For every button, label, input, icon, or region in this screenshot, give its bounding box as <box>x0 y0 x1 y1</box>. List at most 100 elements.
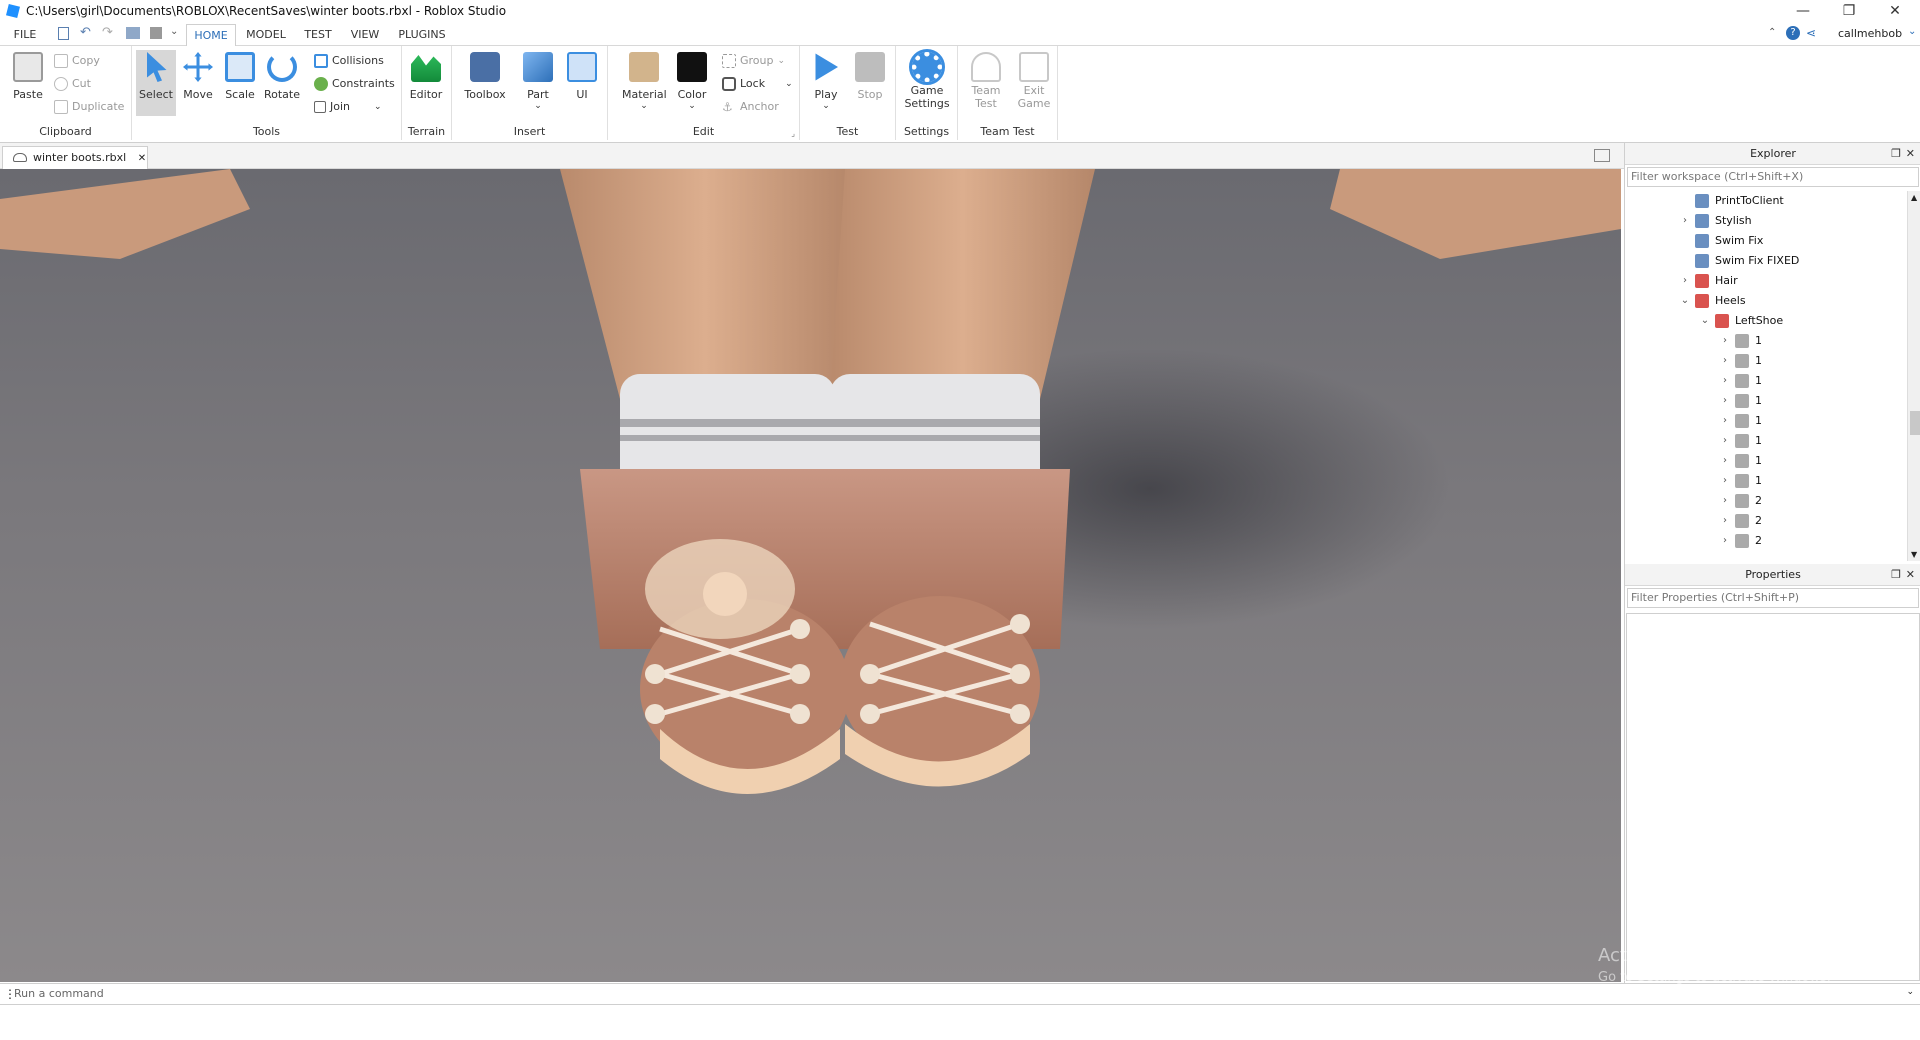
explorer-tree-item[interactable]: › 1 <box>1719 391 1762 411</box>
quick-access-dropdown-icon[interactable]: ⌄ <box>170 26 178 37</box>
split-view-icon[interactable] <box>1594 149 1610 162</box>
explorer-tree-item[interactable]: › 1 <box>1719 371 1762 391</box>
explorer-tree-item[interactable]: Swim Fix <box>1679 231 1763 251</box>
material-dropdown-icon[interactable]: ⌄ <box>622 101 666 111</box>
expand-arrow-icon[interactable]: › <box>1719 331 1731 351</box>
document-tab[interactable]: winter boots.rbxl ✕ <box>2 146 148 169</box>
undo-icon[interactable]: ↶ <box>80 25 91 40</box>
collapse-ribbon-icon[interactable]: ⌃ <box>1768 27 1776 38</box>
expand-arrow-icon[interactable]: › <box>1719 371 1731 391</box>
expand-arrow-icon[interactable]: › <box>1719 431 1731 451</box>
expand-arrow-icon[interactable]: › <box>1679 211 1691 231</box>
expand-arrow-icon[interactable]: › <box>1719 351 1731 371</box>
scroll-up-icon[interactable]: ▲ <box>1911 193 1917 202</box>
close-tab-icon[interactable]: ✕ <box>138 153 146 164</box>
explorer-tree-item[interactable]: › 2 <box>1719 511 1762 531</box>
expand-arrow-icon[interactable]: › <box>1719 511 1731 531</box>
exit-game-button[interactable]: Exit Game <box>1012 50 1056 116</box>
copy-button[interactable]: Copy <box>54 52 100 70</box>
ui-button[interactable]: UI <box>562 50 602 116</box>
command-input[interactable]: Run a command <box>14 987 104 1000</box>
explorer-filter-input[interactable]: Filter workspace (Ctrl+Shift+X) <box>1627 167 1919 187</box>
expand-arrow-icon[interactable]: › <box>1719 451 1731 471</box>
explorer-tree-item[interactable]: › 2 <box>1719 531 1762 551</box>
rotate-button[interactable]: Rotate <box>262 50 302 116</box>
explorer-tree-item[interactable]: › 1 <box>1719 471 1762 491</box>
expand-arrow-icon[interactable]: › <box>1719 531 1731 551</box>
terrain-editor-button[interactable]: Editor <box>406 50 446 116</box>
anchor-button[interactable]: ⚓ Anchor <box>722 98 779 116</box>
tab-test[interactable]: TEST <box>298 24 338 46</box>
expand-arrow-icon[interactable]: ⌄ <box>1699 311 1711 331</box>
explorer-tree-item[interactable]: › 2 <box>1719 491 1762 511</box>
duplicate-button[interactable]: Duplicate <box>54 98 124 116</box>
user-dropdown-icon[interactable]: ⌄ <box>1908 26 1916 37</box>
explorer-tree-item[interactable]: › 1 <box>1719 451 1762 471</box>
join-checkbox[interactable]: Join ⌄ <box>314 98 382 116</box>
command-dropdown-icon[interactable]: ⌄ <box>1906 987 1914 997</box>
stop-button[interactable]: Stop <box>850 50 890 116</box>
cut-button[interactable]: Cut <box>54 75 91 93</box>
move-button[interactable]: Move <box>178 50 218 116</box>
lock-button[interactable]: Lock ⌄ <box>722 75 793 93</box>
properties-close-icon[interactable]: ✕ <box>1906 564 1915 586</box>
properties-undock-icon[interactable]: ❐ <box>1891 564 1901 586</box>
explorer-tree-item[interactable]: › 1 <box>1719 351 1762 371</box>
tab-home[interactable]: HOME <box>186 24 236 46</box>
help-icon[interactable]: ? <box>1786 26 1800 40</box>
play-button[interactable]: Play ⌄ <box>806 50 846 116</box>
tab-model[interactable]: MODEL <box>240 24 292 46</box>
explorer-scrollbar[interactable]: ▲ ▼ <box>1907 191 1920 561</box>
command-bar[interactable]: ⋮ Run a command ⌄ <box>0 983 1920 1005</box>
color-dropdown-icon[interactable]: ⌄ <box>672 101 712 111</box>
toolbox-button[interactable]: Toolbox <box>460 50 510 116</box>
explorer-tree-item[interactable]: ⌄ LeftShoe <box>1699 311 1783 331</box>
color-button[interactable]: Color ⌄ <box>672 50 712 116</box>
explorer-tree-item[interactable]: › 1 <box>1719 431 1762 451</box>
tab-plugins[interactable]: PLUGINS <box>392 24 452 46</box>
explorer-close-icon[interactable]: ✕ <box>1906 143 1915 165</box>
select-button[interactable]: Select <box>136 50 176 116</box>
restore-button[interactable]: ❐ <box>1826 0 1872 22</box>
join-dropdown-icon[interactable]: ⌄ <box>374 98 382 116</box>
expand-arrow-icon[interactable]: › <box>1719 471 1731 491</box>
minimize-button[interactable]: — <box>1780 0 1826 22</box>
close-window-button[interactable]: ✕ <box>1872 0 1918 22</box>
play-dropdown-icon[interactable]: ⌄ <box>806 101 846 111</box>
team-test-button[interactable]: Team Test <box>964 50 1008 116</box>
explorer-tree-item[interactable]: › 1 <box>1719 411 1762 431</box>
tab-view[interactable]: VIEW <box>344 24 386 46</box>
user-name[interactable]: callmehbob <box>1838 27 1902 40</box>
explorer-tree-item[interactable]: › Hair <box>1679 271 1738 291</box>
expand-arrow-icon[interactable]: ⌄ <box>1679 291 1691 311</box>
part-dropdown-icon[interactable]: ⌄ <box>518 101 558 111</box>
new-file-icon[interactable] <box>58 27 69 40</box>
expand-arrow-icon[interactable]: › <box>1679 271 1691 291</box>
material-button[interactable]: Material ⌄ <box>622 50 667 116</box>
redo-icon[interactable]: ↷ <box>102 25 113 40</box>
explorer-tree-item[interactable]: ⌄ Heels <box>1679 291 1746 311</box>
share-icon[interactable]: ⋖ <box>1806 26 1816 40</box>
scroll-thumb[interactable] <box>1910 411 1920 435</box>
constraints-toggle[interactable]: Constraints <box>314 75 395 93</box>
file-menu[interactable]: FILE <box>8 24 42 46</box>
explorer-tree-item[interactable]: › 1 <box>1719 331 1762 351</box>
group-button[interactable]: Group ⌄ <box>722 52 785 70</box>
publish-icon[interactable] <box>126 27 140 39</box>
explorer-tree-item[interactable]: › Stylish <box>1679 211 1752 231</box>
properties-filter-input[interactable]: Filter Properties (Ctrl+Shift+P) <box>1627 588 1919 608</box>
scale-button[interactable]: Scale <box>220 50 260 116</box>
expand-arrow-icon[interactable]: › <box>1719 391 1731 411</box>
paste-button[interactable]: Paste <box>8 50 48 116</box>
part-button[interactable]: Part ⌄ <box>518 50 558 116</box>
3d-viewport[interactable] <box>0 169 1621 982</box>
expand-arrow-icon[interactable]: › <box>1719 411 1731 431</box>
lock-dropdown-icon[interactable]: ⌄ <box>785 75 793 93</box>
expand-arrow-icon[interactable]: › <box>1719 491 1731 511</box>
scroll-down-icon[interactable]: ▼ <box>1911 550 1917 559</box>
explorer-tree-item[interactable]: PrintToClient <box>1679 191 1784 211</box>
game-settings-button[interactable]: Game Settings <box>902 49 952 116</box>
collisions-toggle[interactable]: Collisions <box>314 52 384 70</box>
explorer-tree-item[interactable]: Swim Fix FIXED <box>1679 251 1799 271</box>
explorer-undock-icon[interactable]: ❐ <box>1891 143 1901 165</box>
